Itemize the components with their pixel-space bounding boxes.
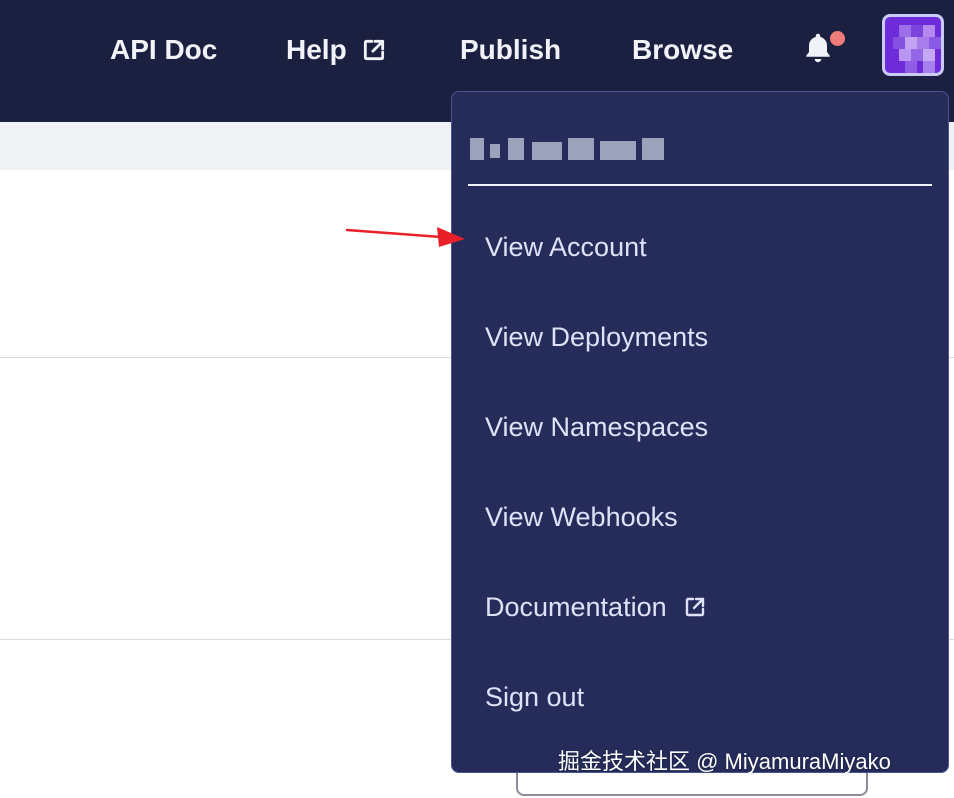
menu-divider: [468, 184, 932, 186]
watermark-text: 掘金技术社区 @ MiyamuraMiyako: [558, 749, 891, 774]
nav-api-doc-label: API Doc: [110, 34, 218, 65]
username-redacted: [470, 138, 665, 160]
menu-item-view-webhooks[interactable]: View Webhooks: [485, 497, 678, 537]
menu-item-sign-out[interactable]: Sign out: [485, 677, 584, 717]
avatar[interactable]: [882, 14, 944, 76]
external-link-icon: [363, 39, 384, 61]
menu-item-view-deployments[interactable]: View Deployments: [485, 317, 708, 357]
menu-item-label: View Deployments: [485, 321, 709, 352]
page: API Doc Help Publish Browse View Account…: [0, 0, 954, 798]
menu-item-label: View Account: [485, 231, 647, 262]
annotation-arrow-icon: [345, 227, 465, 247]
menu-item-label: Sign out: [485, 681, 585, 712]
nav-help-label: Help: [286, 34, 347, 65]
notification-dot: [830, 31, 845, 46]
user-dropdown-menu: View Account View Deployments View Names…: [451, 91, 949, 773]
menu-item-view-account[interactable]: View Account: [485, 227, 647, 267]
nav-publish-link[interactable]: Publish: [460, 28, 561, 72]
menu-item-view-namespaces[interactable]: View Namespaces: [485, 407, 708, 447]
menu-item-documentation[interactable]: Documentation: [485, 587, 707, 627]
external-link-icon: [685, 597, 704, 617]
nav-publish-label: Publish: [460, 34, 562, 65]
nav-help-link[interactable]: Help: [286, 28, 387, 72]
menu-item-label: Documentation: [485, 591, 667, 622]
menu-item-label: View Namespaces: [485, 411, 709, 442]
menu-item-label: View Webhooks: [485, 501, 678, 532]
nav-browse-link[interactable]: Browse: [632, 28, 733, 72]
nav-api-doc-link[interactable]: API Doc: [110, 28, 217, 72]
nav-browse-label: Browse: [632, 34, 734, 65]
